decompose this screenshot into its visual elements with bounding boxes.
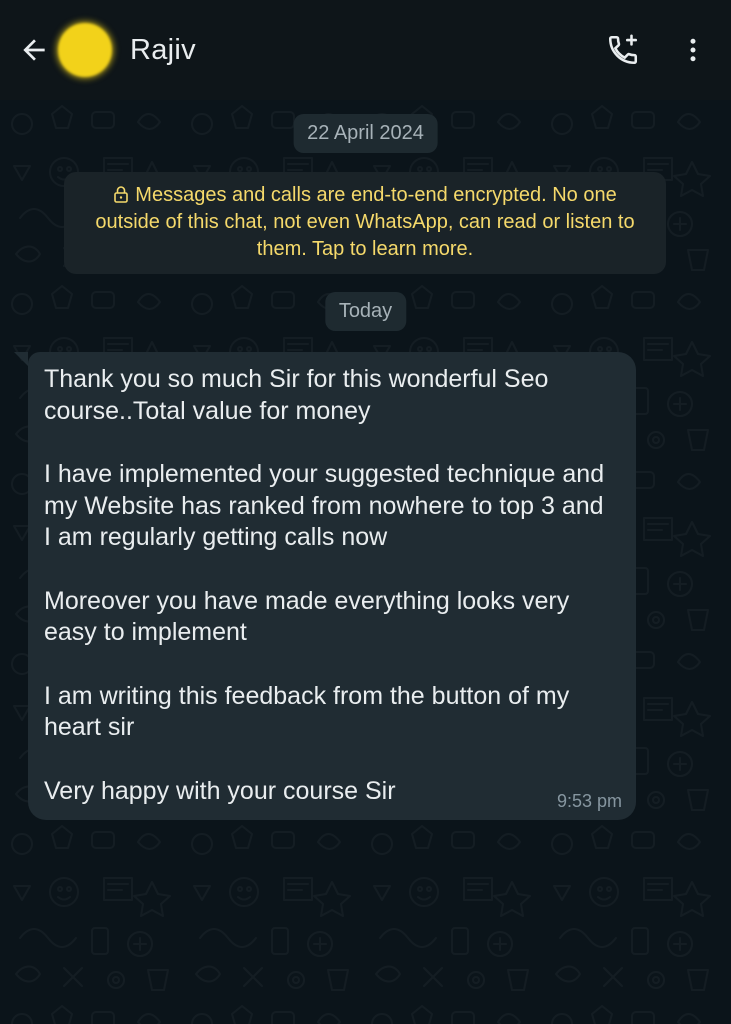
message-paragraph: Very happy with your course Sir (44, 776, 396, 805)
message-paragraph: Moreover you have made everything looks … (44, 586, 570, 647)
lock-icon (114, 186, 129, 203)
message-paragraph: I am writing this feedback from the butt… (44, 681, 570, 742)
contact-name[interactable]: Rajiv (130, 34, 599, 67)
message-bubble[interactable]: Thank you so much Sir for this wonderful… (14, 352, 636, 820)
chat-header: Rajiv (0, 0, 731, 100)
back-button[interactable] (14, 30, 54, 70)
date-chip: 22 April 2024 (293, 114, 438, 153)
encryption-notice[interactable]: Messages and calls are end-to-end encryp… (64, 172, 666, 274)
avatar[interactable] (58, 23, 112, 77)
more-vertical-icon (690, 38, 696, 62)
more-options-button[interactable] (669, 26, 717, 74)
chat-screen: Rajiv 22 April 2024 Messages and calls a… (0, 0, 731, 1024)
bubble-tail (14, 352, 28, 366)
encryption-notice-text: Messages and calls are end-to-end encryp… (95, 184, 635, 260)
add-call-icon (608, 34, 638, 65)
today-chip: Today (324, 292, 407, 331)
add-call-button[interactable] (599, 26, 647, 74)
message-paragraph: I have implemented your suggested techni… (44, 460, 605, 551)
message-timestamp: 9:53 pm (556, 791, 622, 811)
arrow-left-icon (23, 39, 45, 61)
message-paragraph: Thank you so much Sir for this wonderful… (44, 365, 549, 425)
